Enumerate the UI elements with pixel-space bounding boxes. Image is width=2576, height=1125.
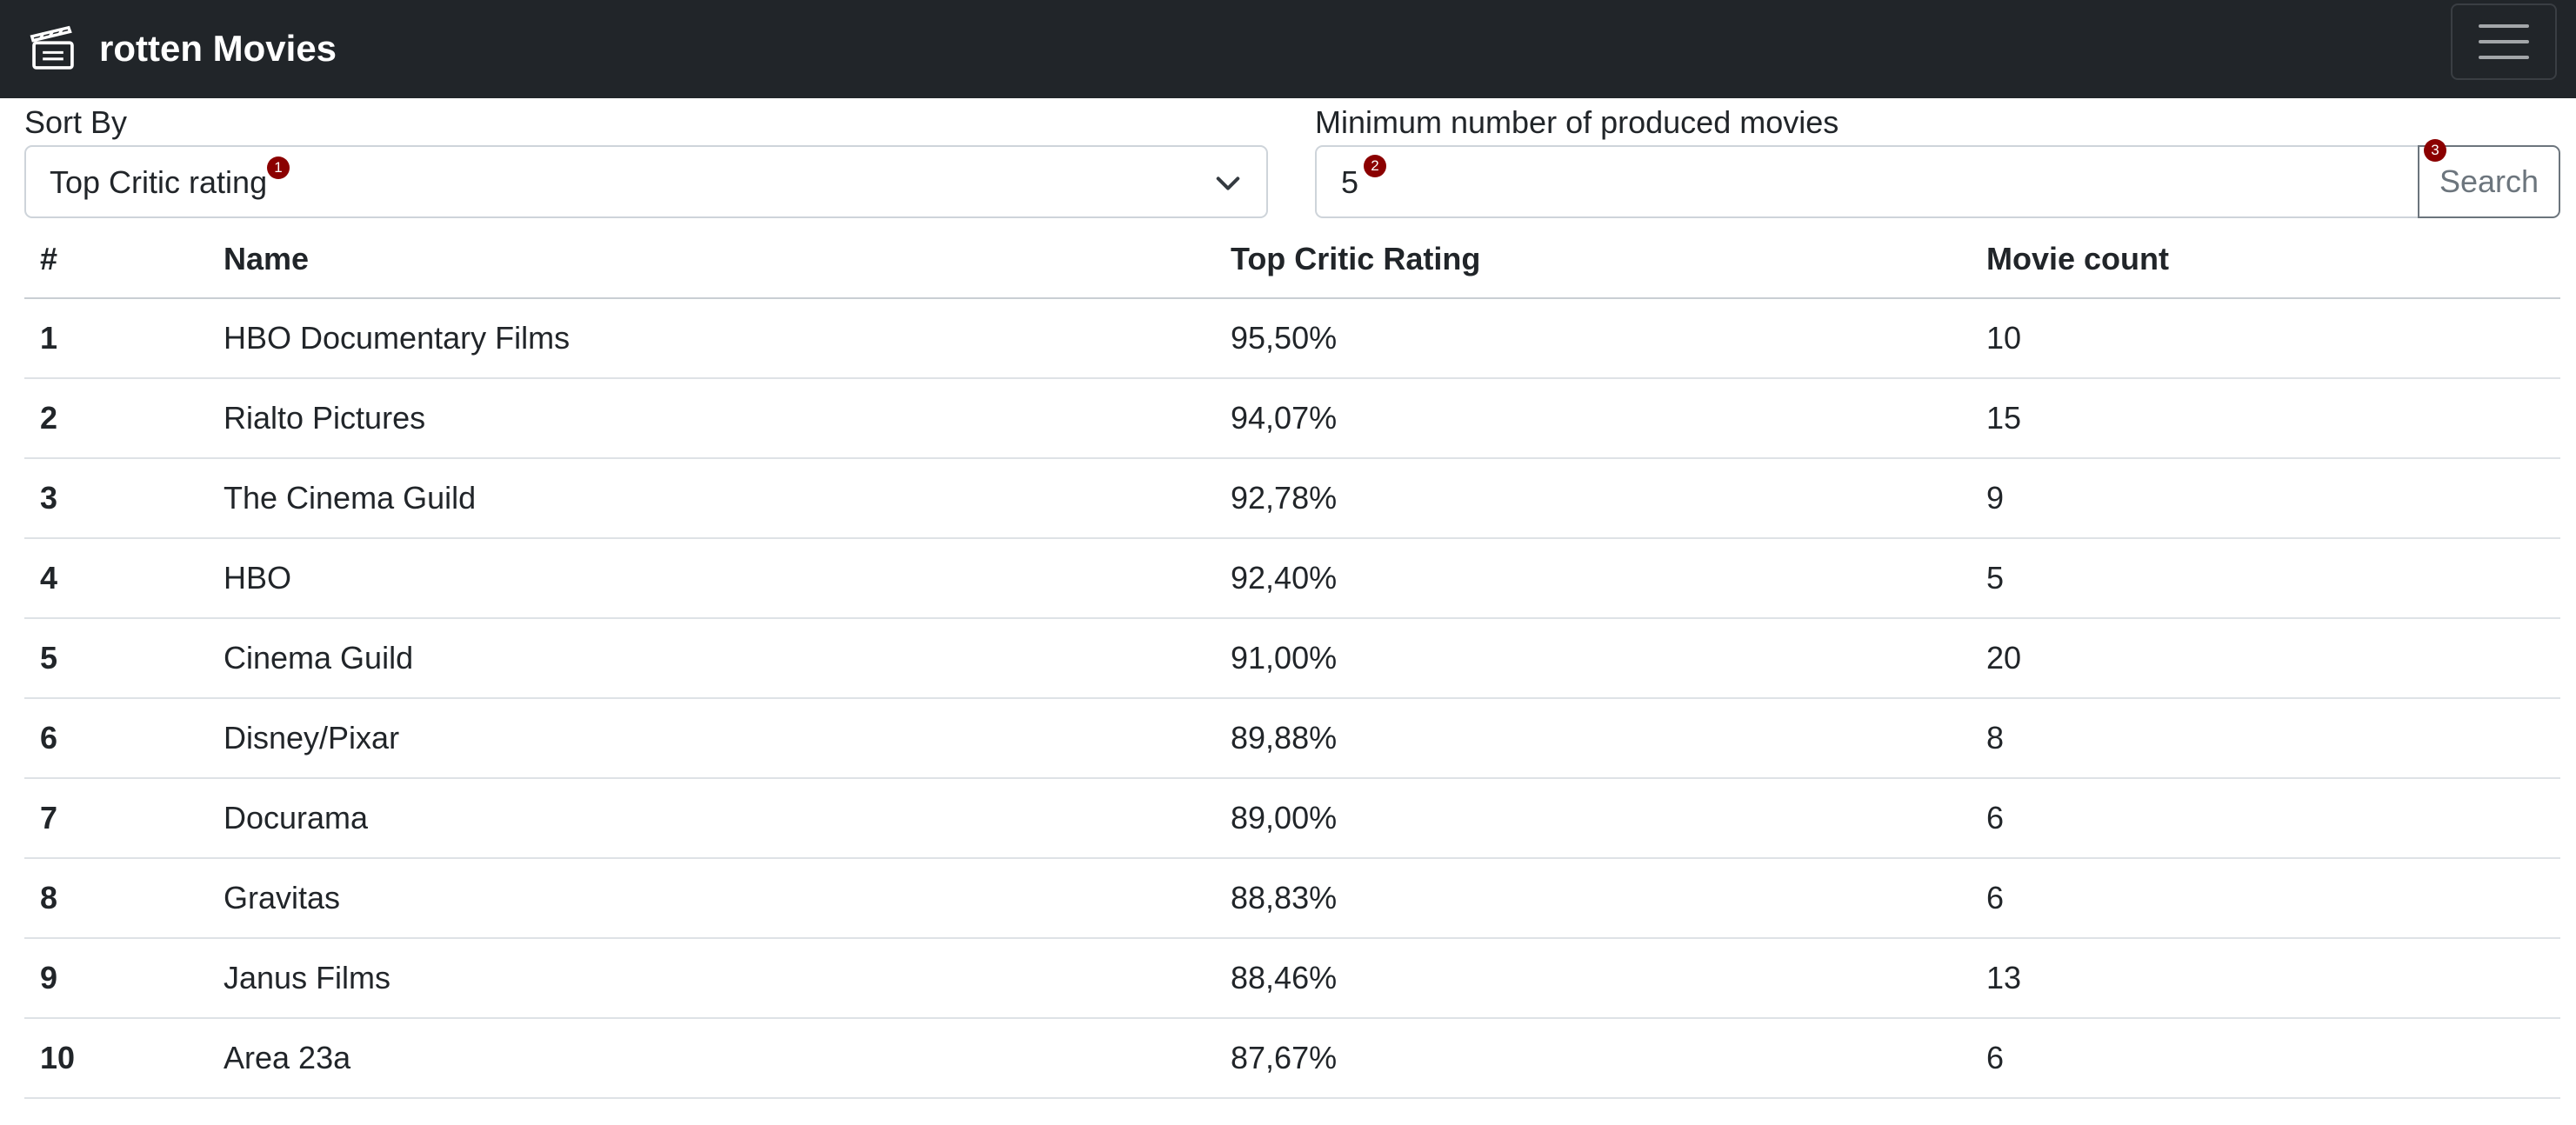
row-rating: 94,07%	[1231, 400, 1338, 436]
table-header-row: # Name Top Critic Rating Movie count	[24, 221, 2560, 299]
annotation-badge-1: 1	[267, 156, 290, 179]
table-row: 9 Janus Films 88,46% 13	[24, 939, 2560, 1019]
row-rating: 92,78%	[1231, 480, 1338, 516]
annotation-badge-3: 3	[2424, 139, 2446, 162]
annotation-badge-2: 2	[1364, 155, 1386, 177]
row-name: The Cinema Guild	[224, 480, 477, 516]
row-name: Rialto Pictures	[224, 400, 426, 436]
table-row: 1 HBO Documentary Films 95,50% 10	[24, 299, 2560, 379]
row-rank: 8	[40, 880, 58, 915]
row-count: 6	[1986, 800, 2005, 835]
row-rank: 6	[40, 720, 58, 756]
row-name: Janus Films	[224, 960, 391, 995]
row-rating: 88,46%	[1231, 960, 1338, 995]
min-movies-label: Minimum number of produced movies	[1315, 104, 1839, 140]
row-rank: 7	[40, 800, 58, 835]
row-name: Area 23a	[224, 1040, 351, 1075]
row-rating: 89,00%	[1231, 800, 1338, 835]
row-rank: 2	[40, 400, 58, 436]
row-count: 20	[1986, 640, 2022, 676]
row-rank: 5	[40, 640, 58, 676]
navbar: rotten Movies	[0, 0, 2576, 98]
menu-toggle-button[interactable]	[2451, 3, 2557, 80]
row-count: 9	[1986, 480, 2005, 516]
table-row: 2 Rialto Pictures 94,07% 15	[24, 379, 2560, 459]
clapperboard-icon	[30, 25, 74, 70]
header-name: Name	[224, 241, 310, 276]
row-rating: 91,00%	[1231, 640, 1338, 676]
row-rating: 88,83%	[1231, 880, 1338, 915]
table-row: 4 HBO 92,40% 5	[24, 539, 2560, 619]
header-movie-count: Movie count	[1986, 241, 2170, 276]
chevron-down-icon	[1216, 176, 1240, 190]
row-rank: 9	[40, 960, 58, 995]
results-table: # Name Top Critic Rating Movie count 1 HB…	[24, 221, 2560, 1099]
row-count: 13	[1986, 960, 2022, 995]
row-count: 5	[1986, 560, 2005, 596]
hamburger-menu-icon	[2479, 24, 2529, 59]
row-name: HBO Documentary Films	[224, 320, 571, 356]
table-row: 8 Gravitas 88,83% 6	[24, 859, 2560, 939]
row-rating: 89,88%	[1231, 720, 1338, 756]
row-name: Cinema Guild	[224, 640, 414, 676]
sort-by-select[interactable]: Top Critic rating	[24, 145, 1268, 218]
row-count: 10	[1986, 320, 2022, 356]
row-count: 6	[1986, 1040, 2005, 1075]
row-name: Disney/Pixar	[224, 720, 400, 756]
row-rating: 87,67%	[1231, 1040, 1338, 1075]
row-count: 6	[1986, 880, 2005, 915]
row-name: HBO	[224, 560, 292, 596]
header-top-critic-rating: Top Critic Rating	[1231, 241, 1481, 276]
table-row: 3 The Cinema Guild 92,78% 9	[24, 459, 2560, 539]
row-rating: 95,50%	[1231, 320, 1338, 356]
min-movies-input[interactable]: 5	[1315, 145, 2419, 218]
row-rating: 92,40%	[1231, 560, 1338, 596]
row-rank: 1	[40, 320, 58, 356]
table-row: 7 Docurama 89,00% 6	[24, 779, 2560, 859]
row-rank: 4	[40, 560, 58, 596]
brand-link[interactable]: rotten Movies	[30, 17, 337, 80]
min-movies-value: 5	[1341, 164, 1359, 200]
table-row: 5 Cinema Guild 91,00% 20	[24, 619, 2560, 699]
row-rank: 10	[40, 1040, 76, 1075]
row-count: 15	[1986, 400, 2022, 436]
table-body: 1 HBO Documentary Films 95,50% 10 2 Rialto Pi…	[24, 299, 2560, 1099]
row-name: Docurama	[224, 800, 369, 835]
table-row: 10 Area 23a 87,67% 6	[24, 1019, 2560, 1099]
sort-by-label: Sort By	[24, 104, 128, 140]
row-rank: 3	[40, 480, 58, 516]
table-row: 6 Disney/Pixar 89,88% 8	[24, 699, 2560, 779]
header-rank: #	[40, 241, 58, 276]
sort-by-value: Top Critic rating	[50, 164, 268, 200]
row-count: 8	[1986, 720, 2005, 756]
row-name: Gravitas	[224, 880, 341, 915]
app-title: rotten Movies	[99, 28, 337, 69]
